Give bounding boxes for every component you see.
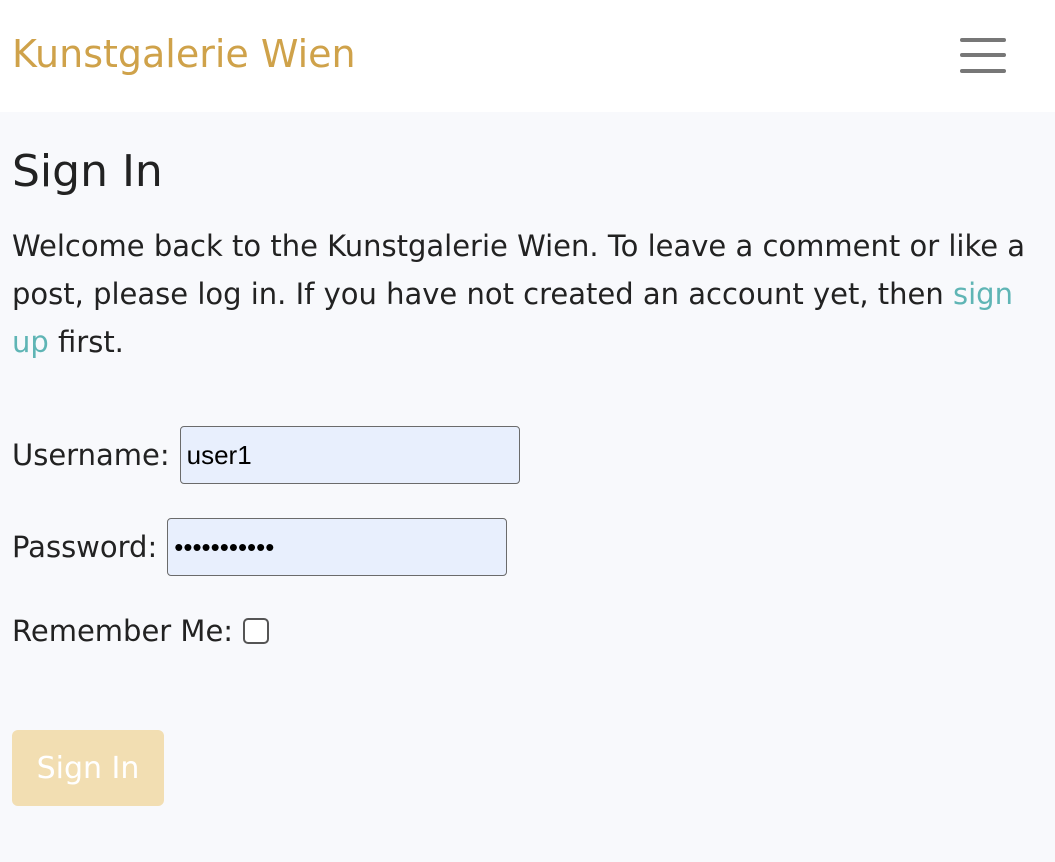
password-input[interactable] bbox=[167, 518, 508, 576]
brand-logo-link[interactable]: Kunstgalerie Wien bbox=[12, 32, 356, 76]
intro-text-after: first. bbox=[48, 325, 124, 359]
intro-text-before: Welcome back to the Kunstgalerie Wien. T… bbox=[12, 229, 1026, 311]
hamburger-line bbox=[960, 53, 1006, 57]
password-label: Password: bbox=[12, 530, 158, 564]
remember-row: Remember Me: bbox=[12, 614, 270, 648]
password-row: Password: bbox=[12, 518, 508, 576]
remember-label: Remember Me: bbox=[12, 614, 234, 648]
hamburger-line bbox=[960, 38, 1006, 42]
username-input[interactable] bbox=[179, 426, 520, 484]
page-title: Sign In bbox=[12, 146, 163, 197]
remember-checkbox[interactable] bbox=[243, 618, 270, 644]
intro-text: Welcome back to the Kunstgalerie Wien. T… bbox=[12, 222, 1042, 366]
navbar: Kunstgalerie Wien bbox=[0, 0, 1055, 112]
username-label: Username: bbox=[12, 438, 170, 472]
hamburger-line bbox=[960, 69, 1006, 73]
sign-in-button[interactable]: Sign In bbox=[12, 730, 164, 806]
username-row: Username: bbox=[12, 426, 520, 484]
hamburger-menu-icon[interactable] bbox=[958, 36, 1008, 76]
